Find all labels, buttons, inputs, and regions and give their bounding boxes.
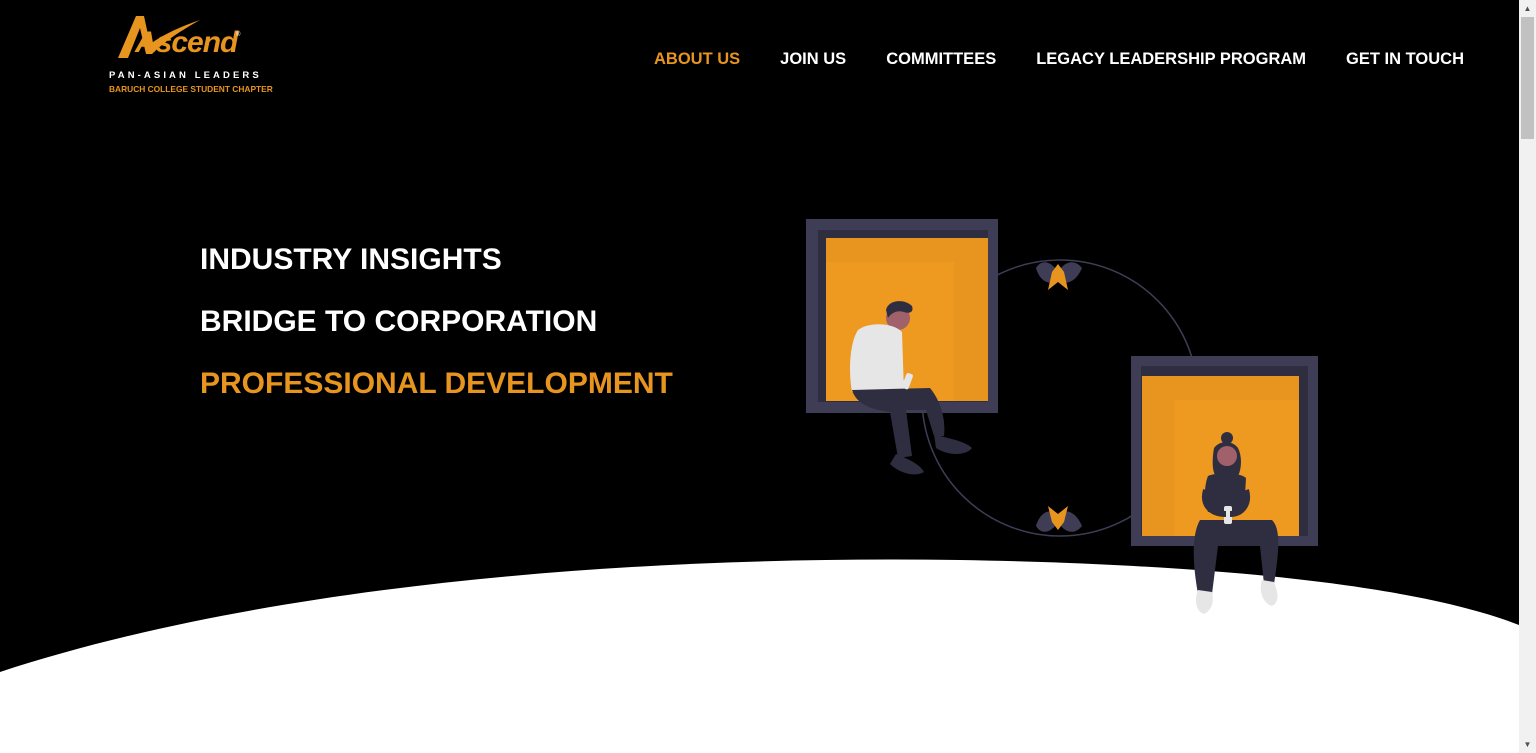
hero-line-professional-development: PROFESSIONAL DEVELOPMENT bbox=[200, 367, 673, 400]
nav-get-in-touch[interactable]: GET IN TOUCH bbox=[1346, 49, 1464, 69]
nav-join-us[interactable]: JOIN US bbox=[780, 49, 846, 69]
logo-tagline: PAN-ASIAN LEADERS bbox=[109, 70, 262, 81]
hero-line-bridge-to-corporation: BRIDGE TO CORPORATION bbox=[200, 305, 598, 338]
scroll-down-arrow-icon[interactable]: ▼ bbox=[1519, 736, 1536, 753]
ascend-logo[interactable]: Ascend ® PAN-ASIAN LEADERS BARUCH COLLEG… bbox=[108, 14, 273, 98]
leaf-icon-bottom bbox=[1036, 506, 1082, 532]
logo-wordmark: Ascend bbox=[135, 26, 238, 59]
nav-legacy-leadership-program[interactable]: LEGACY LEADERSHIP PROGRAM bbox=[1036, 49, 1306, 69]
scroll-thumb[interactable] bbox=[1521, 17, 1534, 139]
leaf-icon-top bbox=[1036, 262, 1082, 290]
scroll-up-arrow-icon[interactable]: ▲ bbox=[1519, 0, 1536, 17]
logo-subline: BARUCH COLLEGE STUDENT CHAPTER bbox=[109, 84, 273, 94]
logo-registered-mark: ® bbox=[236, 32, 241, 38]
hero-section: Ascend ® PAN-ASIAN LEADERS BARUCH COLLEG… bbox=[0, 0, 1519, 753]
nav-committees[interactable]: COMMITTEES bbox=[886, 49, 996, 69]
nav-about-us[interactable]: ABOUT US bbox=[654, 49, 740, 69]
hero-line-industry-insights: INDUSTRY INSIGHTS bbox=[200, 243, 502, 276]
people-in-windows-illustration bbox=[806, 219, 1318, 614]
main-nav: ABOUT US JOIN US COMMITTEES LEGACY LEADE… bbox=[654, 49, 1464, 69]
vertical-scrollbar[interactable]: ▲ ▼ bbox=[1519, 0, 1536, 753]
